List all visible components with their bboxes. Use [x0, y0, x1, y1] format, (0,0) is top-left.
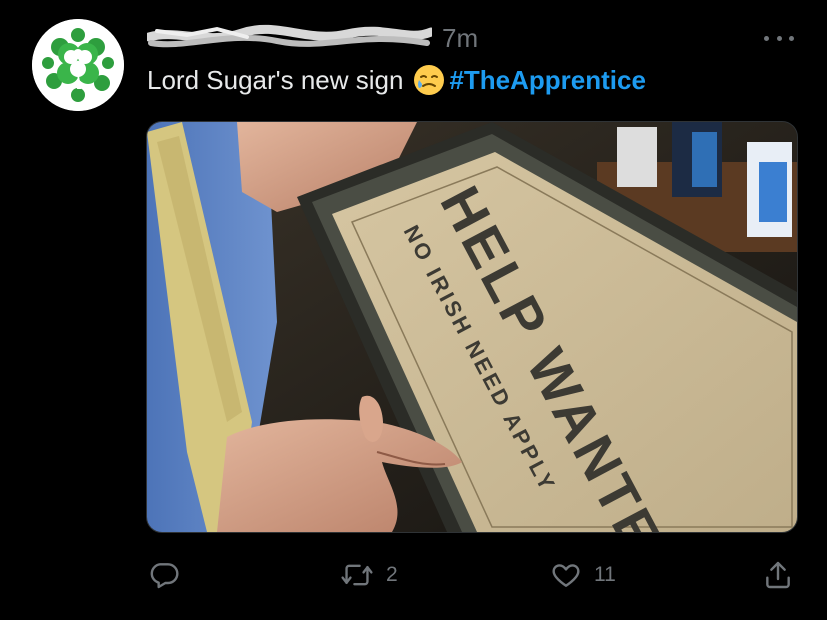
retweet-icon [341, 564, 373, 586]
face-with-tear-emoji [414, 65, 445, 95]
help-wanted-sign-photo: HELP WANTED NO IRISH NEED APPLY [147, 122, 797, 532]
retweet-count: 2 [386, 563, 398, 586]
share-icon [766, 561, 790, 589]
more-icon[interactable] [764, 28, 794, 48]
retweet-button[interactable]: 2 [340, 558, 398, 592]
reply-button[interactable] [148, 558, 192, 592]
tweet-actions: 2 11 [0, 558, 827, 592]
tweet-media[interactable]: HELP WANTED NO IRISH NEED APPLY [146, 121, 798, 533]
like-count: 11 [594, 563, 616, 586]
share-button[interactable] [762, 558, 794, 592]
tweet-text: Lord Sugar's new sign #TheApprentice [147, 62, 646, 98]
hashtag-link[interactable]: #TheApprentice [449, 65, 646, 96]
like-icon [552, 564, 580, 587]
tweet-timestamp[interactable]: 7m [442, 23, 478, 54]
redacted-username[interactable] [147, 23, 432, 53]
like-button[interactable]: 11 [550, 558, 616, 592]
avatar[interactable] [32, 19, 124, 111]
tweet-header: 7m [147, 22, 478, 54]
reply-icon [150, 563, 179, 589]
tweet-body: Lord Sugar's new sign [147, 64, 404, 95]
shamrock-avatar [32, 19, 124, 111]
